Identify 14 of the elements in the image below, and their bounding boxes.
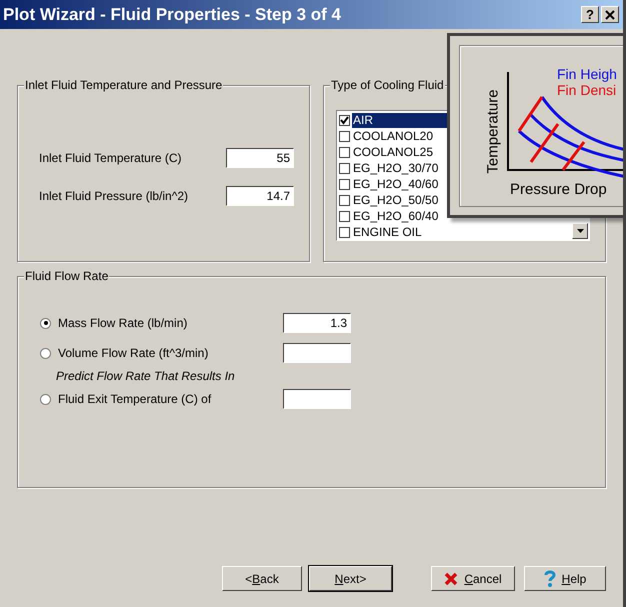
note-text: Predict Flow Rate That Results In xyxy=(56,369,236,383)
group-title: Inlet Fluid Temperature and Pressure xyxy=(24,78,224,92)
field-label: Inlet Fluid Pressure (lb/in^2) xyxy=(39,189,188,203)
legend-label: Fin Densi xyxy=(557,82,617,98)
option-label: Volume Flow Rate (ft^3/min) xyxy=(58,346,210,360)
option-label: Fluid Exit Temperature (C) of xyxy=(58,392,212,406)
option-label: Mass Flow Rate (lb/min) xyxy=(58,316,188,330)
group-title: Type of Cooling Fluid xyxy=(330,78,445,92)
field-label: Inlet Fluid Temperature (C) xyxy=(39,151,182,165)
window-title: Plot Wizard - Fluid Properties - Step 3 of 4 xyxy=(3,4,342,24)
legend-label: Fin Heigh xyxy=(557,66,617,82)
axis-label: Temperature xyxy=(484,89,502,174)
axis-label: Pressure Drop xyxy=(510,181,607,198)
group-title: Fluid Flow Rate xyxy=(24,269,110,283)
